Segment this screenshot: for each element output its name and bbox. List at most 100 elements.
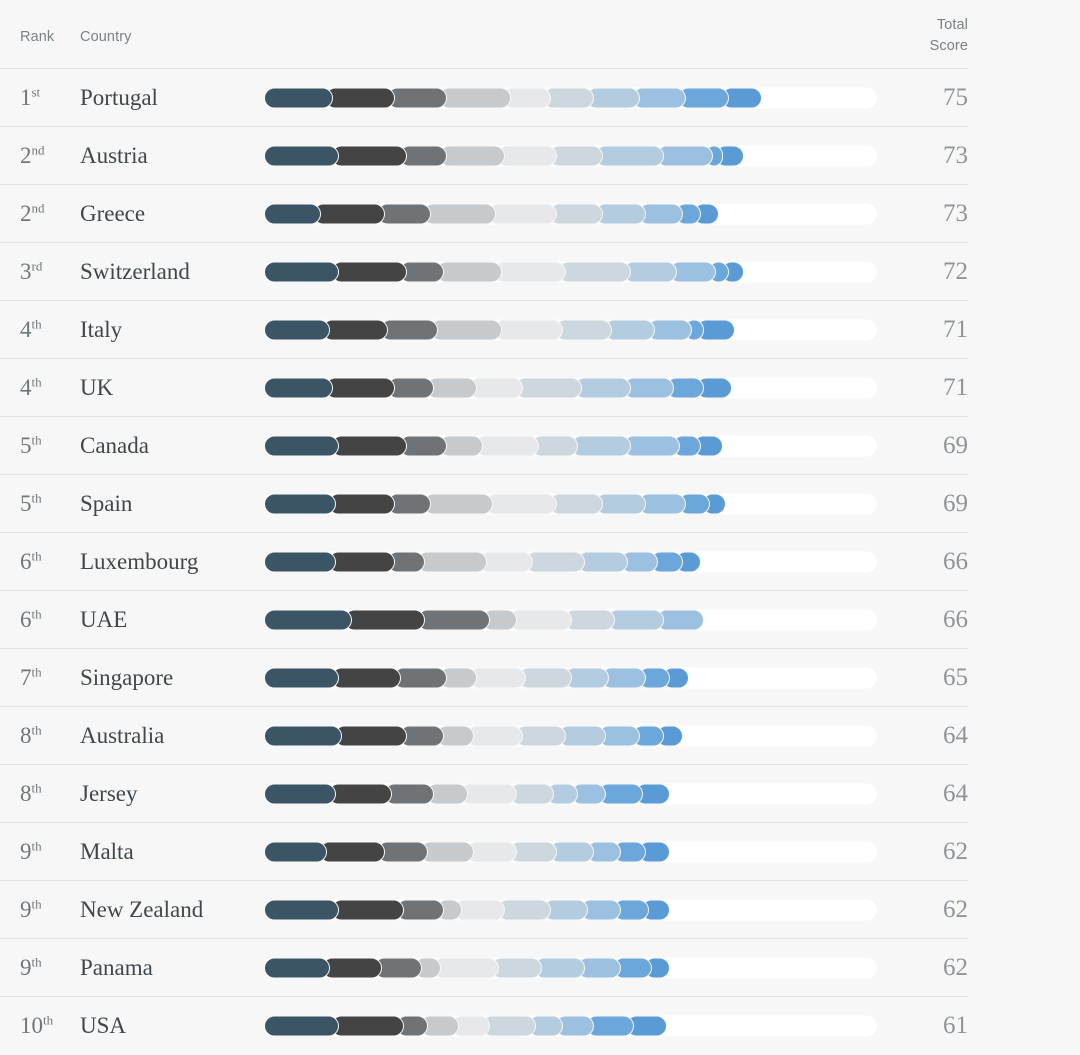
- table-header: Rank Country Total Score: [0, 0, 968, 68]
- table-row[interactable]: 2nd Greece 73: [0, 184, 968, 242]
- total-score-cell: 71: [943, 373, 968, 401]
- score-bar-segment: [493, 261, 567, 282]
- table-row[interactable]: 2nd Austria 73: [0, 126, 968, 184]
- country-cell: Singapore: [80, 664, 174, 690]
- score-bar-track: [264, 667, 877, 688]
- table-row[interactable]: 4th Italy 71: [0, 300, 968, 358]
- rank-cell: 5th: [20, 489, 42, 516]
- score-bar-track: [264, 87, 877, 108]
- score-bar-segment: [264, 783, 337, 804]
- score-bar-segment: [438, 87, 512, 108]
- score-bar-segment: [264, 899, 340, 920]
- score-bar-track: [264, 261, 877, 282]
- score-bar-segment: [595, 145, 665, 166]
- table-row[interactable]: 9th Malta 62: [0, 822, 968, 880]
- rank-ordinal-suffix: th: [31, 721, 42, 737]
- score-bar-segment: [264, 87, 334, 108]
- country-cell: Portugal: [80, 84, 158, 110]
- score-bar-segment: [319, 841, 386, 862]
- rank-cell: 10th: [20, 1011, 54, 1038]
- rank-cell: 2nd: [20, 141, 45, 168]
- rank-ordinal-suffix: th: [31, 663, 42, 679]
- country-cell: Switzerland: [80, 258, 190, 284]
- column-header-rank: Rank: [20, 29, 55, 45]
- score-bar-segment: [377, 841, 429, 862]
- score-bar-segment: [328, 551, 395, 572]
- score-bar-segment: [264, 435, 340, 456]
- table-row[interactable]: 3rd Switzerland 72: [0, 242, 968, 300]
- score-bar-segment: [322, 957, 383, 978]
- table-row[interactable]: 7th Singapore 65: [0, 648, 968, 706]
- score-bar-segment: [432, 957, 499, 978]
- score-bar-segment: [417, 551, 487, 572]
- rank-cell: 2nd: [20, 199, 45, 226]
- total-score-cell: 72: [943, 257, 968, 285]
- ranking-table: Rank Country Total Score 1st Portugal 75 2n…: [0, 0, 1080, 1055]
- score-bar-segment: [435, 261, 502, 282]
- column-header-score: Score: [929, 38, 968, 54]
- score-bar-segment: [264, 203, 322, 224]
- score-bar-track: [264, 609, 877, 630]
- rank-cell: 3rd: [20, 257, 43, 284]
- score-bar-track: [264, 841, 877, 862]
- column-header-country: Country: [80, 29, 132, 45]
- rank-cell: 1st: [20, 83, 41, 110]
- score-bar-segment: [392, 667, 447, 688]
- table-row[interactable]: 5th Canada 69: [0, 416, 968, 474]
- score-bar-segment: [264, 145, 340, 166]
- rank-ordinal-suffix: rd: [31, 257, 43, 273]
- rank-ordinal-suffix: th: [31, 431, 42, 447]
- score-bar-segment: [607, 609, 665, 630]
- rank-cell: 7th: [20, 663, 42, 690]
- rank-ordinal-suffix: th: [31, 547, 42, 563]
- rank-cell: 4th: [20, 315, 42, 342]
- table-row[interactable]: 9th New Zealand 62: [0, 880, 968, 938]
- country-cell: Malta: [80, 838, 134, 864]
- rank-ordinal-suffix: th: [31, 489, 42, 505]
- country-cell: Spain: [80, 490, 133, 516]
- score-bar-segment: [423, 493, 493, 514]
- score-bar-segment: [460, 783, 518, 804]
- table-row[interactable]: 6th Luxembourg 66: [0, 532, 968, 590]
- score-bar-segment: [420, 841, 475, 862]
- score-bar-segment: [417, 609, 490, 630]
- rank-ordinal-suffix: st: [31, 83, 41, 99]
- score-bar-track: [264, 725, 877, 746]
- table-row[interactable]: 4th UK 71: [0, 358, 968, 416]
- table-row[interactable]: 10th USA 61: [0, 996, 968, 1054]
- rank-ordinal-suffix: th: [43, 1011, 54, 1027]
- score-bar-segment: [558, 261, 631, 282]
- total-score-cell: 64: [943, 779, 968, 807]
- score-bar-segment: [331, 899, 404, 920]
- score-bar-segment: [549, 203, 603, 224]
- country-cell: New Zealand: [80, 896, 204, 922]
- score-bar-track: [264, 377, 877, 398]
- score-bar-segment: [264, 261, 340, 282]
- table-row[interactable]: 8th Australia 64: [0, 706, 968, 764]
- table-row[interactable]: 9th Panama 62: [0, 938, 968, 996]
- country-cell: UK: [80, 374, 114, 400]
- country-cell: Canada: [80, 432, 149, 458]
- rank-cell: 5th: [20, 431, 42, 458]
- total-score-cell: 73: [943, 199, 968, 227]
- score-bar-segment: [481, 1015, 536, 1036]
- score-bar-segment: [469, 377, 524, 398]
- total-score-cell: 61: [943, 1011, 968, 1039]
- score-bar-segment: [264, 841, 328, 862]
- rank-cell: 9th: [20, 953, 42, 980]
- table-row[interactable]: 8th Jersey 64: [0, 764, 968, 822]
- table-row[interactable]: 5th Spain 69: [0, 474, 968, 532]
- rank-cell: 6th: [20, 605, 42, 632]
- table-row[interactable]: 1st Portugal 75: [0, 68, 968, 126]
- score-bar-segment: [656, 145, 714, 166]
- score-bar-segment: [469, 667, 527, 688]
- score-bar-track: [264, 145, 877, 166]
- score-bar-segment: [466, 725, 524, 746]
- score-bar-segment: [573, 377, 631, 398]
- country-cell: Panama: [80, 954, 153, 980]
- table-row[interactable]: 6th UAE 66: [0, 590, 968, 648]
- score-bar-track: [264, 435, 877, 456]
- country-cell: USA: [80, 1012, 127, 1038]
- score-bar-segment: [631, 87, 686, 108]
- score-bar-segment: [331, 261, 407, 282]
